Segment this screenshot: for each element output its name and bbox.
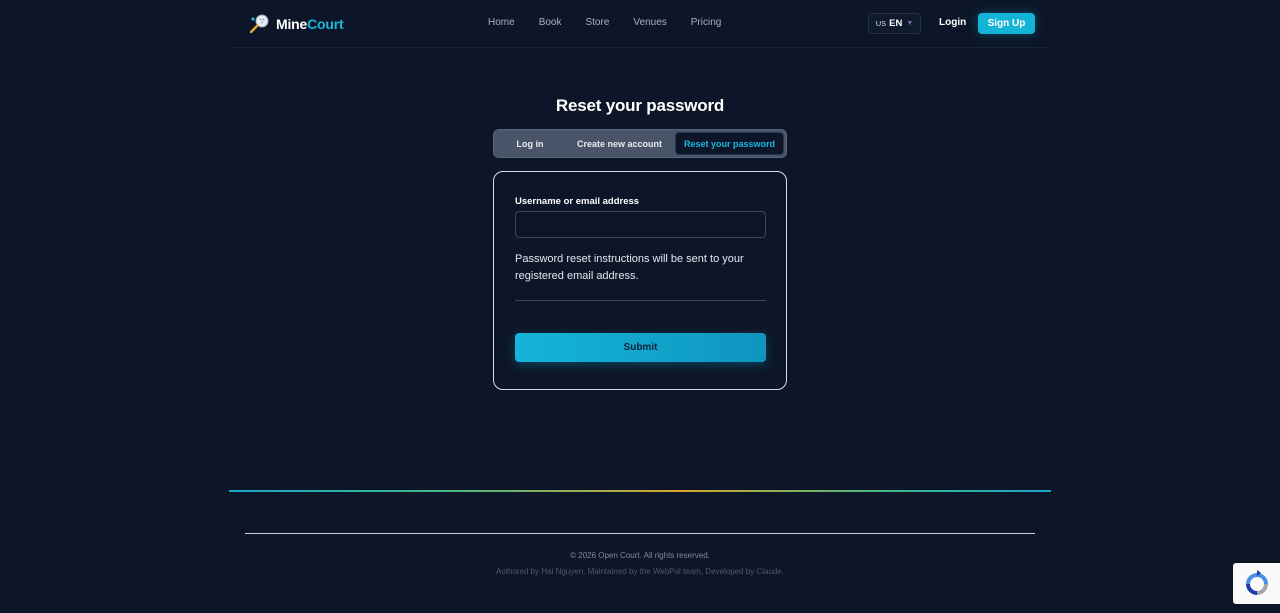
nav-store[interactable]: Store (585, 17, 609, 28)
signup-button[interactable]: Sign Up (978, 13, 1035, 34)
login-link[interactable]: Login (939, 17, 966, 28)
footer-divider (245, 533, 1035, 534)
brand-logo[interactable]: MineCourt (248, 13, 344, 35)
recaptcha-badge[interactable] (1233, 563, 1280, 604)
username-email-label: Username or email address (515, 196, 640, 207)
tab-reset-password[interactable]: Reset your password (675, 132, 784, 155)
nav-pricing[interactable]: Pricing (691, 17, 722, 28)
flag-label: US (875, 19, 887, 28)
paddle-ball-icon (249, 14, 269, 34)
recaptcha-icon (1245, 569, 1268, 595)
submit-button[interactable]: Submit (515, 333, 766, 362)
brand-name: MineCourt (276, 16, 344, 32)
site-header: MineCourt Home Book Store Venues Pricing… (229, 0, 1051, 48)
reset-password-card: Username or email address Password reset… (493, 171, 787, 390)
footer-copyright: © 2026 Open Court. All rights reserved. (570, 551, 710, 560)
footer-glow-line (229, 490, 1051, 492)
nav-book[interactable]: Book (539, 17, 562, 28)
chevron-down-icon: ▼ (906, 20, 914, 27)
tab-create-account[interactable]: Create new account (564, 132, 675, 155)
nav-venues[interactable]: Venues (633, 17, 666, 28)
username-email-input[interactable] (515, 211, 766, 238)
nav-home[interactable]: Home (488, 17, 515, 28)
language-selector[interactable]: US EN ▼ (868, 13, 921, 34)
footer-credits: Authored by Hai Nguyen, Maintained by th… (495, 567, 785, 576)
main-nav: Home Book Store Venues Pricing (488, 17, 721, 28)
tab-log-in[interactable]: Log in (496, 132, 564, 155)
auth-tabs: Log in Create new account Reset your pas… (493, 129, 787, 158)
page-title: Reset your password (555, 96, 725, 115)
divider (515, 300, 766, 301)
language-code: EN (889, 18, 903, 29)
help-text: Password reset instructions will be sent… (515, 253, 744, 282)
